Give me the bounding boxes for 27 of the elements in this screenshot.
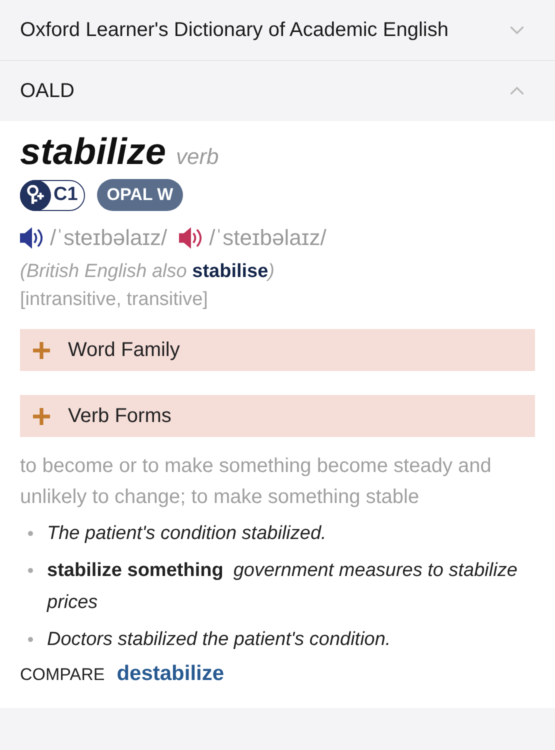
speaker-icon[interactable]: [179, 226, 204, 250]
section-label: Verb Forms: [68, 404, 172, 428]
part-of-speech: verb: [176, 144, 219, 170]
chevron-icon: [509, 25, 525, 35]
section-header[interactable]: Word Family: [20, 329, 535, 371]
grammar-note: [intransitive, transitive]: [20, 289, 209, 311]
variant-note: (British English also stabilise): [20, 261, 276, 283]
section-header[interactable]: Verb Forms: [20, 395, 535, 437]
level-label: C1: [54, 184, 78, 206]
example-sentence: The patient's condition stabilized.: [47, 522, 326, 546]
example-sentence: Doctors stabilized the patient's condition.: [47, 628, 391, 652]
phonetic-text: /ˈsteɪbəlaɪz/: [50, 225, 168, 251]
chevron-icon: [509, 86, 525, 96]
plus-icon: [33, 408, 50, 424]
compare-link[interactable]: destabilize: [116, 662, 224, 686]
bullet-dot: [28, 568, 33, 573]
definition-text: to become or to make something become steady and unlikely to change; to make something stable: [20, 454, 492, 510]
speaker-icon[interactable]: [20, 226, 44, 250]
example-sentence: stabilize something government measures to stabilize prices: [47, 559, 518, 615]
phonetic-text: /ˈsteɪbəlaɪz/: [209, 225, 326, 251]
headword: stabilize: [20, 131, 166, 173]
section-label: Word Family: [68, 338, 180, 362]
word-list-badge: OPAL W: [96, 179, 184, 211]
plus-icon: [33, 342, 50, 358]
bullet-dot: [28, 637, 33, 642]
bullet-dot: [28, 531, 33, 536]
compare-label: COMPARE: [20, 665, 105, 685]
